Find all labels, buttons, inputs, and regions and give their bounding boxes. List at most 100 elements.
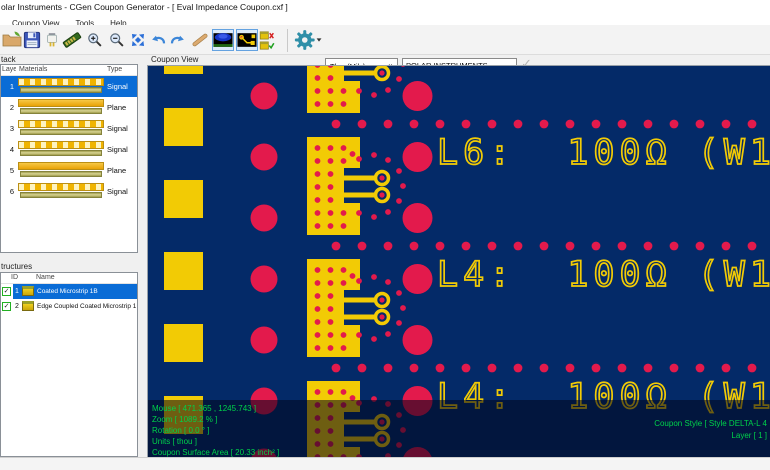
pin-hole — [328, 145, 334, 151]
via-dot — [358, 364, 367, 373]
pin-hole — [315, 293, 321, 299]
via-dot — [722, 242, 731, 251]
pin-hole — [328, 101, 334, 107]
via-dot — [385, 157, 391, 163]
drill-hole — [403, 81, 433, 111]
pin-hole — [315, 101, 321, 107]
via-dot — [371, 92, 377, 98]
status-readout: Mouse [ 471.365 , 1245.743 ] — [152, 404, 256, 414]
stack-row-layer-6[interactable]: 6Signal — [1, 181, 137, 202]
via-dot — [385, 209, 391, 215]
ring-pad-hole — [379, 175, 384, 180]
via-dot — [332, 242, 341, 251]
layer-number: 5 — [1, 166, 14, 175]
via-dot — [410, 242, 419, 251]
drill-hole — [403, 203, 433, 233]
stack-panel-title: tack — [1, 55, 16, 64]
undo-icon[interactable] — [150, 29, 167, 51]
pin-hole — [350, 151, 356, 157]
probe-trace — [341, 315, 379, 320]
save-file-icon[interactable] — [23, 29, 41, 51]
structures-table[interactable]: IDName ✓1Coated Microstrip 1B✓2Edge Coup… — [0, 272, 138, 457]
trace-label: L4: 100Ω (W1 — [437, 255, 770, 295]
zoom-out-icon[interactable] — [108, 29, 125, 51]
status-overlay: Mouse [ 471.365 , 1245.743 ]Zoom [ 1089.… — [148, 400, 770, 457]
probe-trace — [341, 71, 379, 76]
via-dot — [462, 364, 471, 373]
via-dot — [592, 120, 601, 129]
settings-gear-icon[interactable] — [294, 29, 322, 51]
stack-table[interactable]: LayerMaterialsType 1Signal2Plane3Signal4… — [0, 64, 138, 253]
pin-hole — [328, 306, 334, 312]
stack-row-layer-3[interactable]: 3Signal — [1, 118, 137, 139]
layer-type: Signal — [107, 124, 128, 133]
pin-hole — [315, 88, 321, 94]
redo-icon[interactable] — [169, 29, 186, 51]
pin-hole — [328, 184, 334, 190]
stack-row-layer-2[interactable]: 2Plane — [1, 97, 137, 118]
drill-hole — [403, 325, 433, 355]
structures-column-header: Name — [36, 274, 55, 281]
structure-row-2[interactable]: ✓2Edge Coupled Coated Microstrip 1B — [1, 299, 137, 314]
via-dot — [358, 242, 367, 251]
pin-hole — [315, 145, 321, 151]
drill-hole — [251, 83, 278, 110]
pcb-view-icon[interactable] — [236, 29, 258, 51]
fit-view-icon[interactable] — [129, 29, 147, 51]
material-graphic-signal — [18, 183, 104, 200]
stack-row-layer-5[interactable]: 5Plane — [1, 160, 137, 181]
via-dot — [410, 364, 419, 373]
material-graphic-signal — [18, 120, 104, 137]
status-readout: Units [ thou ] — [152, 437, 197, 447]
via-dot — [371, 152, 377, 158]
structure-row-1[interactable]: ✓1Coated Microstrip 1B — [1, 284, 137, 299]
stack-row-layer-1[interactable]: 1Signal — [1, 76, 137, 97]
copper-square — [164, 180, 203, 218]
layer-number: 1 — [1, 82, 14, 91]
zoom-in-icon[interactable] — [86, 29, 103, 51]
stack-column-header: Materials — [19, 66, 47, 73]
via-dot — [696, 364, 705, 373]
pin-hole — [341, 210, 347, 216]
pin-hole — [315, 158, 321, 164]
drill-hole — [251, 327, 278, 354]
pin-hole — [350, 273, 356, 279]
copper-square — [164, 324, 203, 362]
pin-hole — [315, 197, 321, 203]
probe-trace — [341, 298, 379, 303]
drill-hole — [403, 264, 433, 294]
via-dot — [540, 364, 549, 373]
structure-checkbox[interactable]: ✓ — [2, 287, 11, 296]
connector-icon[interactable] — [44, 29, 60, 51]
stack-row-layer-4[interactable]: 4Signal — [1, 139, 137, 160]
layer-number: 6 — [1, 187, 14, 196]
pin-hole — [328, 293, 334, 299]
status-readout-right: Coupon Style [ Style DELTA-L 4 — [654, 419, 767, 429]
via-dot — [514, 242, 523, 251]
probe-trace — [341, 193, 379, 198]
via-dot — [356, 278, 362, 284]
photo-view-icon[interactable] — [212, 29, 234, 51]
pin-hole — [341, 280, 347, 286]
pin-hole — [341, 223, 347, 229]
via-dot — [670, 364, 679, 373]
coupon-canvas[interactable]: L6: 100Ω (W1L4: 100Ω (W1L4: 100Ω (W1 Mou… — [147, 65, 770, 457]
structure-apply-icon[interactable] — [259, 41, 275, 51]
via-dot — [722, 364, 731, 373]
pin-hole — [341, 389, 347, 395]
via-dot — [384, 242, 393, 251]
structure-checkbox[interactable]: ✓ — [2, 302, 11, 311]
structure-name: Coated Microstrip 1B — [37, 288, 136, 295]
via-dot — [566, 364, 575, 373]
measure-icon[interactable] — [191, 29, 209, 51]
pin-hole — [315, 280, 321, 286]
open-file-icon[interactable] — [2, 29, 22, 51]
status-readout-right: Layer [ 1 ] — [731, 431, 767, 441]
pin-hole — [315, 171, 321, 177]
via-dot — [722, 120, 731, 129]
ring-pad-hole — [379, 70, 384, 75]
pin-hole — [315, 306, 321, 312]
structure-delete-icon[interactable] — [259, 30, 275, 40]
board-icon[interactable] — [62, 29, 82, 51]
via-dot — [592, 242, 601, 251]
